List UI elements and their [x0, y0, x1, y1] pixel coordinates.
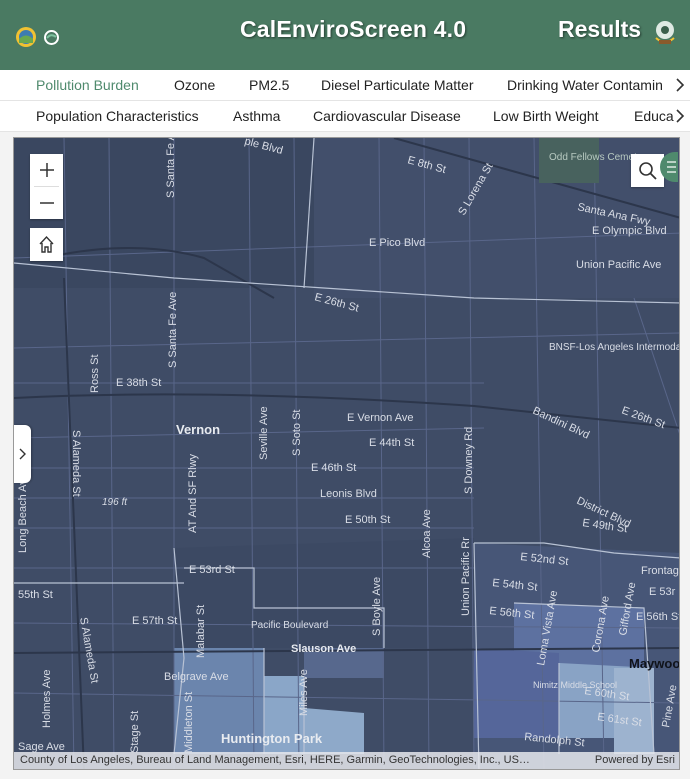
side-panel-toggle[interactable] [14, 425, 31, 483]
tab-row-population: Population Characteristics Asthma Cardio… [0, 101, 690, 132]
results-button[interactable]: Results [558, 16, 641, 43]
tab-row-pollution: Pollution Burden Ozone PM2.5 Diesel Part… [0, 70, 690, 101]
map-label-at-sf: AT And SF Rlwy [187, 453, 199, 533]
tab-pollution-burden[interactable]: Pollution Burden [36, 77, 139, 93]
map-label-holmes: Holmes Ave [41, 670, 53, 729]
map-label-s-boyle: S Boyle Ave [371, 577, 383, 636]
map-label-union-pacific-rr: Union Pacific Rr [460, 537, 472, 616]
map-label-s-santa-fe: S Santa Fe Ave [165, 138, 177, 198]
tab-population-characteristics[interactable]: Population Characteristics [36, 108, 199, 124]
map-label-s-santa-fe2: S Santa Fe Ave [167, 292, 179, 368]
chevron-right-icon[interactable] [674, 77, 686, 93]
tab-drinking-water[interactable]: Drinking Water Contamin [507, 77, 663, 93]
map-label-e-44th: E 44th St [369, 437, 414, 449]
zoom-out-button[interactable] [30, 187, 63, 219]
home-button[interactable] [30, 228, 63, 261]
map-label-pacific-boulevard: Pacific Boulevard [251, 620, 328, 631]
map-label-55th: 55th St [18, 589, 53, 601]
chevron-right-icon[interactable] [674, 108, 686, 124]
tab-cardiovascular-disease[interactable]: Cardiovascular Disease [313, 108, 461, 124]
map-label-stage: Stage St [129, 711, 141, 753]
zoom-control [30, 154, 63, 219]
map-canvas[interactable]: S Santa Fe Ave E Pico Blvd E Olympic Blv… [14, 138, 680, 770]
map-label-e-46th: E 46th St [311, 462, 356, 474]
map-label-miles: Miles Ave [298, 669, 310, 716]
zoom-in-button[interactable] [30, 154, 63, 186]
map-label-malabar: Malabar St [195, 605, 207, 658]
map-label-e-56th-r: E 56th St [636, 611, 680, 623]
map-label-bnsf: BNSF-Los Angeles Intermodal [549, 342, 680, 353]
chevron-right-icon [19, 448, 26, 460]
attribution-text[interactable]: County of Los Angeles, Bureau of Land Ma… [20, 752, 576, 769]
tab-asthma[interactable]: Asthma [233, 108, 280, 124]
map-label-seville: Seville Ave [258, 406, 270, 460]
app-header: CalEnviroScreen 4.0 Results [0, 0, 690, 70]
oehha-logo-icon [16, 27, 36, 47]
tab-ozone[interactable]: Ozone [174, 77, 215, 93]
plus-icon [39, 163, 54, 177]
map-label-slauson: Slauson Ave [291, 643, 356, 655]
map-label-s-alameda: S Alameda St [70, 430, 82, 497]
map-label-e-38th: E 38th St [116, 377, 161, 389]
map-label-e-pico: E Pico Blvd [369, 237, 425, 249]
powered-by-esri[interactable]: Powered by Esri [595, 752, 675, 769]
map-label-s-soto: S Soto St [291, 410, 303, 456]
map-label-maywood: Maywood [629, 656, 680, 671]
minus-icon [39, 202, 54, 204]
map-label-e-50th: E 50th St [345, 514, 390, 526]
tab-education[interactable]: Educa [634, 108, 674, 124]
tab-diesel-pm[interactable]: Diesel Particulate Matter [321, 77, 474, 93]
map-label-e-53rd: E 53rd St [189, 564, 235, 576]
map-label-e-57th: E 57th St [132, 615, 177, 627]
map-label-long-beach: Long Beach Ave [17, 473, 29, 553]
map-label-huntington-park: Huntington Park [221, 731, 323, 746]
map-label-e-vernon: E Vernon Ave [347, 412, 413, 424]
app-title: CalEnviroScreen 4.0 [240, 16, 467, 42]
tab-pm25[interactable]: PM2.5 [249, 77, 289, 93]
map-label-nimitz: Nimitz Middle School [533, 680, 617, 690]
map-label-vernon: Vernon [176, 422, 220, 437]
tab-low-birth-weight[interactable]: Low Birth Weight [493, 108, 599, 124]
list-icon [667, 161, 676, 173]
app-root: CalEnviroScreen 4.0 Results Pollution Bu… [0, 0, 690, 779]
map-label-e-olympic: E Olympic Blvd [592, 225, 667, 237]
map-label-e-53rd-r: E 53r [649, 586, 676, 598]
map-label-leonis: Leonis Blvd [320, 488, 377, 500]
map-label-middleton: Middleton St [183, 692, 195, 753]
map-label-alcoa: Alcoa Ave [421, 509, 433, 558]
map-attribution: County of Los Angeles, Bureau of Land Ma… [14, 752, 679, 769]
map-view[interactable]: S Santa Fe Ave E Pico Blvd E Olympic Blv… [13, 137, 680, 770]
map-label-196ft: 196 ft [102, 497, 128, 508]
map-label-frontage: Frontage [641, 565, 680, 577]
calepa-logo-icon [44, 30, 59, 45]
home-icon [39, 235, 54, 253]
map-label-s-downey: S Downey Rd [463, 427, 475, 494]
map-label-ross: Ross St [89, 354, 101, 393]
layer-list-button[interactable] [660, 152, 678, 182]
map-label-union-pacific-ave: Union Pacific Ave [576, 259, 661, 271]
results-icon[interactable] [651, 18, 679, 46]
map-label-belgrave: Belgrave Ave [164, 671, 229, 683]
